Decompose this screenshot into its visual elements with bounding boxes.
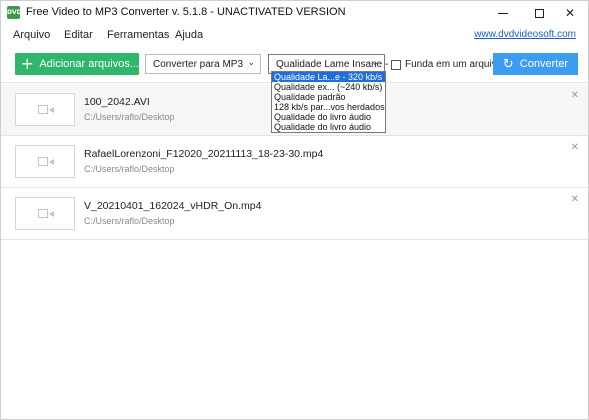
file-path: C:/Users/raflo/Desktop <box>84 112 175 122</box>
menu-arquivo[interactable]: Arquivo <box>13 29 50 41</box>
plus-icon: + <box>20 54 34 73</box>
file-path: C:/Users/raflo/Desktop <box>84 216 175 226</box>
menu-editar[interactable]: Editar <box>64 29 93 41</box>
website-link[interactable]: www.dvdvideosoft.com <box>474 29 576 40</box>
merge-checkbox-label: Funda em um arquivo <box>405 59 503 70</box>
close-button[interactable]: ✕ <box>552 1 588 25</box>
file-row[interactable]: V_20210401_162024_vHDR_On.mp4 C:/Users/r… <box>1 188 588 240</box>
menu-ferramentas[interactable]: Ferramentas <box>107 29 169 41</box>
merge-files-option[interactable]: Funda em um arquivo <box>391 59 502 70</box>
video-thumbnail <box>15 93 75 126</box>
quality-dropdown-list: Qualidade La...e - 320 kb/s Qualidade ex… <box>271 71 386 133</box>
add-files-label: Adicionar arquivos... <box>39 58 139 70</box>
video-thumbnail <box>15 145 75 178</box>
video-thumbnail <box>15 197 75 230</box>
file-name: 100_2042.AVI <box>84 96 150 108</box>
file-row[interactable]: RafaelLorenzoni_F12020_20211113_18-23-30… <box>1 136 588 188</box>
title-bar: DVD Free Video to MP3 Converter v. 5.1.8… <box>1 1 588 25</box>
convert-label: Converter <box>519 58 569 70</box>
quality-option[interactable]: Qualidade padrão <box>272 92 385 102</box>
output-format-value: Converter para MP3 <box>153 58 244 70</box>
quality-option[interactable]: Qualidade do livro áudio <box>272 122 385 132</box>
minimize-icon <box>498 12 508 14</box>
minimize-button[interactable] <box>485 1 521 25</box>
remove-file-icon[interactable]: ✕ <box>571 194 579 205</box>
file-name: V_20210401_162024_vHDR_On.mp4 <box>84 200 262 212</box>
maximize-icon <box>534 8 544 18</box>
refresh-icon: ↻ <box>502 56 514 72</box>
window-title: Free Video to MP3 Converter v. 5.1.8 - U… <box>26 6 346 18</box>
app-window: DVD Free Video to MP3 Converter v. 5.1.8… <box>0 0 589 420</box>
quality-option[interactable]: 128 kb/s par...vos herdados <box>272 102 385 112</box>
menu-bar: Arquivo Editar Ferramentas Ajuda www.dvd… <box>1 25 588 45</box>
chevron-down-icon: ⌄ <box>247 58 255 68</box>
chevron-down-icon: ⌄ <box>371 58 379 68</box>
menu-ajuda[interactable]: Ajuda <box>175 29 203 41</box>
quality-option[interactable]: Qualidade ex... (~240 kb/s) <box>272 82 385 92</box>
quality-option[interactable]: Qualidade La...e - 320 kb/s <box>272 72 385 82</box>
output-format-select[interactable]: Converter para MP3 ⌄ <box>145 54 261 74</box>
file-path: C:/Users/raflo/Desktop <box>84 164 175 174</box>
close-icon: ✕ <box>564 6 576 20</box>
file-name: RafaelLorenzoni_F12020_20211113_18-23-30… <box>84 148 324 160</box>
add-files-button[interactable]: + Adicionar arquivos... <box>15 53 139 75</box>
quality-option[interactable]: Qualidade do livro áudio <box>272 112 385 122</box>
app-logo-icon: DVD <box>7 6 22 19</box>
convert-button[interactable]: ↻ Converter <box>493 53 578 75</box>
remove-file-icon[interactable]: ✕ <box>571 90 579 101</box>
remove-file-icon[interactable]: ✕ <box>571 142 579 153</box>
merge-checkbox[interactable] <box>391 59 401 70</box>
